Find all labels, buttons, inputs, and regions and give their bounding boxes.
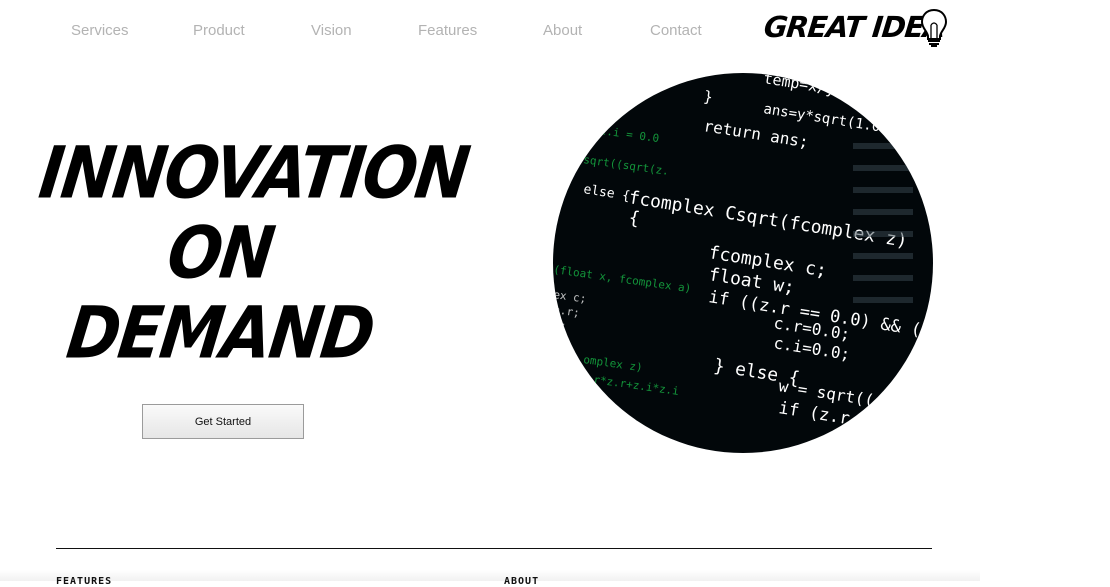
nav-contact[interactable]: Contact	[650, 22, 702, 39]
code-bg-line: c;	[553, 318, 568, 333]
code-bg-line: omplex z)	[583, 353, 644, 374]
code-line: {	[627, 207, 641, 229]
code-line: fcomplex Csqrt(fcomplex z)	[627, 187, 909, 252]
code-blur-mark	[853, 297, 913, 303]
nav-services[interactable]: Services	[71, 22, 129, 39]
hero-headline: INNOVATION ON DEMAND	[35, 133, 472, 376]
footer-heading-about: ABOUT	[504, 576, 540, 587]
code-bg-line: sqrt((sqrt(z.	[583, 153, 670, 178]
nav-product[interactable]: Product	[193, 22, 245, 39]
code-line: else {	[582, 182, 631, 204]
hero-line-3: DEMAND	[62, 292, 378, 376]
logo-text: GREAT IDEA	[762, 10, 947, 44]
footer-band	[0, 570, 980, 581]
code-image-svg: (z.i = 0.0sqrt((sqrt(z.(float x, fcomple…	[553, 73, 933, 445]
code-blur-mark	[853, 275, 913, 281]
nav-about[interactable]: About	[543, 22, 582, 39]
code-blur-mark	[853, 143, 913, 149]
lightbulb-icon	[920, 8, 948, 47]
code-blur-mark	[853, 253, 913, 259]
hero-line-1: INNOVATION	[34, 132, 473, 216]
get-started-button[interactable]: Get Started	[142, 404, 304, 439]
code-line: temp=x/y;	[762, 73, 845, 100]
code-line: }	[702, 87, 714, 106]
nav-features[interactable]: Features	[418, 22, 477, 39]
code-blur-mark	[853, 209, 913, 215]
hero-line-2: ON	[162, 212, 278, 296]
footer-heading-features: FEATURES	[56, 576, 113, 587]
footer-divider	[56, 548, 932, 549]
code-blur-mark	[853, 165, 913, 171]
code-bg-line: a.r;	[553, 303, 581, 320]
code-bg-line: (z.i = 0.0	[593, 123, 660, 145]
code-image: (z.i = 0.0 sqrt((sqrt(z. (float x, fcomple…	[553, 73, 933, 453]
nav-vision[interactable]: Vision	[311, 22, 352, 39]
code-blur-mark	[853, 231, 913, 237]
code-blur-mark	[853, 187, 913, 193]
code-bg-line: r*z.r+z.i*z.i	[593, 373, 680, 398]
